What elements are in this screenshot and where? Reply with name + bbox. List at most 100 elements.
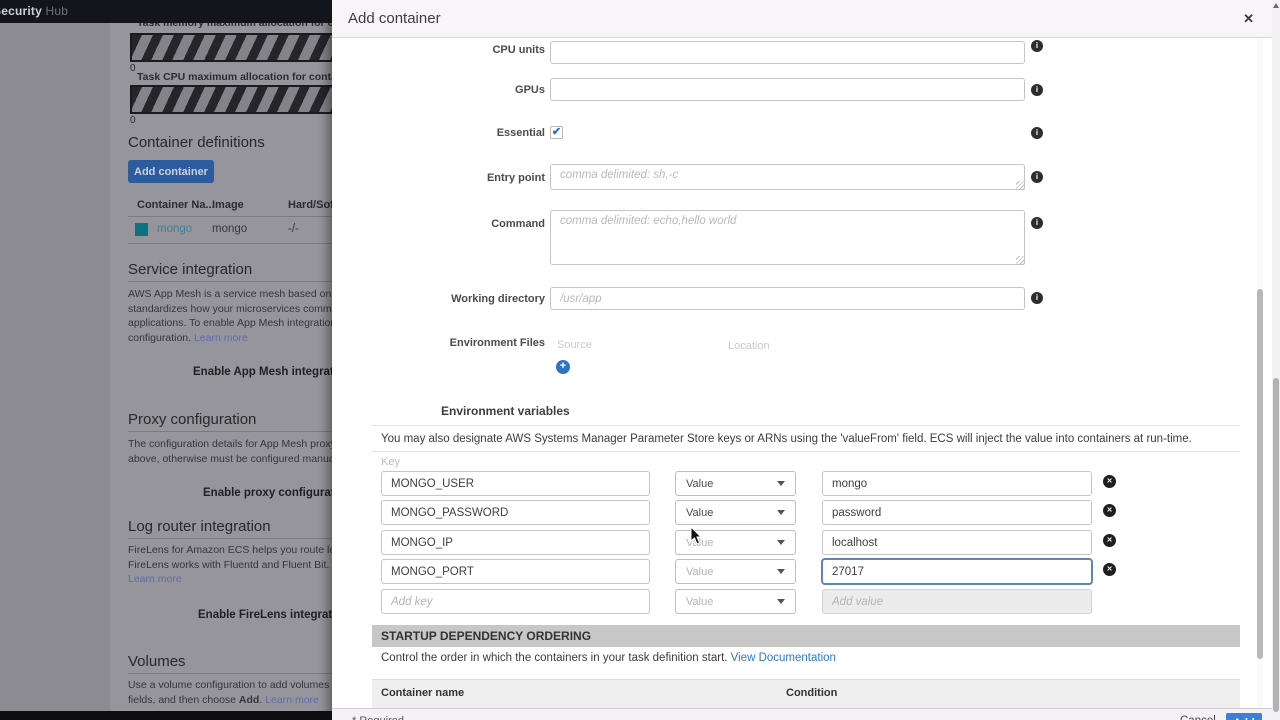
gpus-input[interactable] — [550, 78, 1025, 101]
env-value-input[interactable] — [822, 471, 1092, 496]
cpu-units-input[interactable] — [550, 41, 1025, 64]
env-key-input[interactable] — [381, 530, 650, 555]
env-type-select[interactable]: Value — [675, 471, 796, 496]
container-limits-cell: -/- — [288, 223, 299, 235]
view-documentation-link[interactable]: View Documentation — [731, 652, 836, 664]
env-value-input[interactable] — [822, 500, 1092, 525]
task-memory-chart-bar — [130, 33, 332, 62]
chevron-down-icon — [777, 510, 785, 515]
gpus-label: GPUs — [515, 84, 545, 96]
proxy-configuration-heading: Proxy configuration — [128, 411, 257, 428]
learn-more-link[interactable]: Learn more — [194, 332, 248, 344]
task-memory-chart-value: 0 — [130, 63, 136, 74]
modal-footer: * Required Cancel Add — [332, 708, 1280, 720]
key-column-header: Key — [381, 456, 400, 468]
info-icon[interactable]: i — [1031, 127, 1043, 139]
env-type-select[interactable]: Value — [675, 500, 796, 525]
learn-more-link[interactable]: Learn more — [265, 694, 319, 706]
env-key-input[interactable] — [381, 559, 650, 584]
cancel-button[interactable]: Cancel — [1180, 715, 1216, 720]
container-name-link[interactable]: mongo — [157, 223, 192, 235]
page-scrollbar-thumb[interactable] — [1273, 378, 1279, 712]
environment-files-label: Environment Files — [449, 337, 545, 349]
task-cpu-chart-value: 0 — [130, 115, 136, 126]
command-label: Command — [491, 218, 545, 230]
section-divider — [128, 673, 332, 674]
environment-variables-description: You may also designate AWS Systems Manag… — [381, 433, 1192, 445]
divider — [372, 451, 1240, 452]
container-color-swatch — [135, 223, 148, 236]
env-value-input[interactable] — [822, 530, 1092, 555]
security-hub-label: Security Hub — [0, 4, 69, 18]
resize-handle-icon[interactable] — [1016, 256, 1025, 265]
log-router-text: FireLens for Amazon ECS helps you route … — [128, 543, 332, 587]
column-header-condition: Condition — [786, 687, 838, 699]
dependency-table-header: Container name Condition — [372, 679, 1240, 708]
info-icon[interactable]: i — [1031, 217, 1043, 229]
env-add-key-input[interactable] — [381, 589, 650, 614]
info-icon[interactable]: i — [1031, 292, 1043, 304]
env-files-location-column: Location — [728, 340, 770, 352]
volumes-heading: Volumes — [128, 653, 186, 670]
background-page: Task memory maximum allocation for conta… — [0, 0, 332, 720]
required-note: * Required — [352, 715, 404, 720]
service-integration-heading: Service integration — [128, 261, 253, 278]
entry-point-label: Entry point — [486, 172, 545, 184]
screen: Task memory maximum allocation for conta… — [0, 0, 1280, 720]
close-icon[interactable]: ✕ — [1243, 11, 1254, 27]
learn-more-link[interactable]: Learn more — [128, 572, 332, 587]
task-cpu-chart-label: Task CPU maximum allocation for containe… — [137, 71, 332, 83]
env-files-source-column: Source — [557, 339, 592, 351]
remove-row-icon[interactable]: ✕ — [1103, 563, 1116, 576]
essential-label: Essential — [496, 127, 545, 139]
resize-handle-icon[interactable] — [1016, 181, 1025, 190]
enable-firelens-button[interactable]: Enable FireLens integration — [198, 609, 332, 621]
add-container-modal: Add container ✕ CPU units i GPUs i Essen… — [332, 0, 1280, 720]
modal-scrollbar[interactable] — [1257, 39, 1263, 708]
mouse-cursor — [690, 526, 703, 545]
column-header-container-name: Container name — [381, 687, 465, 699]
entry-point-input[interactable] — [550, 164, 1025, 190]
column-header-hard-soft: Hard/Soft — [288, 199, 332, 211]
essential-checkbox[interactable]: ✔ — [550, 126, 563, 139]
enable-proxy-configuration-button[interactable]: Enable proxy configuration — [203, 487, 332, 499]
remove-row-icon[interactable]: ✕ — [1103, 504, 1116, 517]
page-scrollbar[interactable] — [1272, 0, 1280, 720]
console-bottom-bar — [0, 711, 332, 720]
startup-dependency-heading: STARTUP DEPENDENCY ORDERING — [372, 625, 1240, 647]
modal-scrollbar-thumb[interactable] — [1257, 289, 1263, 659]
env-value-input[interactable] — [822, 559, 1092, 584]
scroll-up-icon[interactable] — [1273, 3, 1279, 8]
table-divider — [128, 216, 332, 217]
add-container-button-background[interactable]: Add container — [128, 160, 214, 183]
env-type-select[interactable]: Value — [675, 589, 796, 614]
chevron-down-icon — [777, 481, 785, 486]
startup-dependency-text: Control the order in which the container… — [381, 652, 836, 664]
container-image-cell: mongo — [212, 223, 248, 235]
console-top-navbar: Security Hub — [0, 0, 332, 23]
environment-variables-heading: Environment variables — [441, 404, 570, 418]
working-directory-input[interactable] — [550, 287, 1025, 310]
env-key-input[interactable] — [381, 471, 650, 496]
info-icon[interactable]: i — [1031, 171, 1043, 183]
working-directory-label: Working directory — [451, 293, 545, 305]
container-definitions-heading: Container definitions — [128, 134, 265, 151]
remove-row-icon[interactable]: ✕ — [1103, 534, 1116, 547]
env-key-input[interactable] — [381, 500, 650, 525]
info-icon[interactable]: i — [1031, 84, 1043, 96]
column-header-container-name: Container Na... — [137, 199, 215, 211]
chevron-down-icon — [777, 569, 785, 574]
section-divider — [128, 538, 332, 539]
add-button[interactable]: Add — [1226, 713, 1262, 720]
info-icon[interactable]: i — [1031, 40, 1043, 52]
chevron-down-icon — [777, 599, 785, 604]
section-divider — [128, 281, 332, 282]
add-environment-file-icon[interactable]: + — [556, 360, 570, 374]
remove-row-icon[interactable]: ✕ — [1103, 475, 1116, 488]
env-type-select[interactable]: Value — [675, 559, 796, 584]
env-add-value-input[interactable] — [822, 589, 1092, 614]
enable-app-mesh-button[interactable]: Enable App Mesh integration — [193, 366, 332, 378]
modal-title: Add container — [348, 10, 441, 27]
command-input[interactable] — [550, 210, 1025, 265]
section-divider — [128, 431, 332, 432]
